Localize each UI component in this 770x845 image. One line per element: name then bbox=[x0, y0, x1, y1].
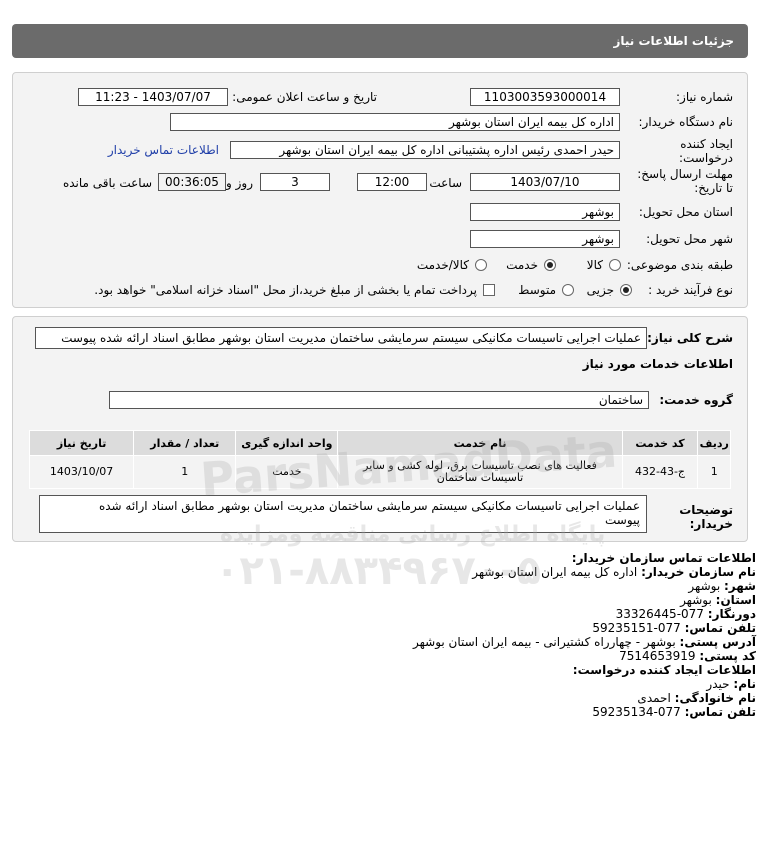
services-heading: اطلاعات خدمات مورد نیاز bbox=[582, 357, 733, 371]
category-label: طبقه بندی موضوعی: bbox=[626, 258, 733, 272]
contact-phone: تلفن تماس: 077-59235151 bbox=[592, 621, 756, 635]
days-remaining-field[interactable]: 3 bbox=[260, 173, 330, 191]
creator-last-name: نام خانوادگی: احمدی bbox=[637, 691, 756, 705]
service-group-field[interactable]: ساختمان bbox=[109, 391, 649, 409]
need-number-field[interactable]: 1103003593000014 bbox=[470, 88, 620, 106]
need-number-label: شماره نیاز: bbox=[676, 90, 733, 104]
remaining-time-label: ساعت باقی مانده bbox=[62, 176, 152, 190]
deadline-time-field[interactable]: 12:00 bbox=[357, 173, 427, 191]
treasury-payment-checkbox[interactable] bbox=[483, 284, 495, 296]
page-title: جزئیات اطلاعات نیاز bbox=[613, 34, 734, 48]
buyer-notes-label-line2: خریدار: bbox=[689, 517, 733, 531]
buyer-org-field[interactable]: اداره کل بیمه ایران استان بوشهر bbox=[170, 113, 620, 131]
buyer-org-label: نام دستگاه خریدار: bbox=[638, 115, 734, 129]
buyer-contact-link[interactable]: اطلاعات تماس خریدار bbox=[108, 143, 219, 157]
category-goods-radio[interactable] bbox=[609, 259, 621, 271]
creator-phone: تلفن تماس: 077-59235134 bbox=[592, 705, 756, 719]
announce-datetime-field[interactable]: 1403/07/07 - 11:23 bbox=[78, 88, 228, 106]
treasury-payment-note: پرداخت تمام یا بخشی از مبلغ خرید،از محل … bbox=[94, 283, 477, 297]
contact-org: نام سازمان خریدار: اداره کل بیمه ایران ا… bbox=[472, 565, 756, 579]
services-table: ردیف کد خدمت نام خدمت واحد اندازه گیری ت… bbox=[28, 430, 731, 489]
col-unit: واحد اندازه گیری bbox=[235, 430, 339, 456]
days-label: روز و bbox=[226, 176, 253, 190]
cell-name-line2: تاسیسات ساختمان bbox=[436, 471, 524, 484]
cell-date: 1403/10/07 bbox=[28, 455, 135, 489]
contact-city: شهر: بوشهر bbox=[688, 579, 756, 593]
summary-label: شرح کلی نیاز: bbox=[647, 331, 733, 345]
deadline-time-label: ساعت bbox=[429, 176, 462, 190]
creator-label-line2: درخواست: bbox=[679, 151, 733, 165]
creator-label-line1: ایجاد کننده bbox=[680, 137, 733, 151]
service-group-label: گروه خدمت: bbox=[659, 393, 733, 407]
deadline-label-line1: مهلت ارسال پاسخ: bbox=[637, 167, 733, 181]
cell-unit: خدمت bbox=[235, 455, 339, 489]
announce-label: تاریخ و ساعت اعلان عمومی: bbox=[232, 90, 377, 104]
col-date: تاریخ نیاز bbox=[28, 430, 135, 456]
table-row: 1 ج-43-432 فعالیت های نصب تاسیسات برق، ل… bbox=[28, 455, 731, 489]
city-field[interactable]: بوشهر bbox=[470, 230, 620, 248]
remaining-time-field[interactable]: 00:36:05 bbox=[158, 173, 226, 191]
contact-fax: دورنگار: 077-33326445 bbox=[615, 607, 756, 621]
col-name: نام خدمت bbox=[337, 430, 623, 456]
cell-name: فعالیت های نصب تاسیسات برق، لوله کشی و س… bbox=[337, 455, 623, 489]
purchase-small-label: جزیی bbox=[586, 283, 614, 297]
city-label: شهر محل تحویل: bbox=[646, 232, 733, 246]
summary-field[interactable]: عملیات اجرایی تاسیسات مکانیکی سیستم سرما… bbox=[35, 327, 647, 349]
purchase-medium-radio[interactable] bbox=[562, 284, 574, 296]
creator-field[interactable]: حیدر احمدی رئیس اداره پشتیبانی اداره کل … bbox=[230, 141, 620, 159]
deadline-date-field[interactable]: 1403/07/10 bbox=[470, 173, 620, 191]
purchase-small-radio[interactable] bbox=[620, 284, 632, 296]
deadline-label-line2: تا تاریخ: bbox=[694, 181, 733, 195]
col-code: کد خدمت bbox=[621, 430, 699, 456]
cell-row: 1 bbox=[697, 455, 731, 489]
cell-code: ج-43-432 bbox=[621, 455, 699, 489]
buyer-notes-field[interactable]: عملیات اجرایی تاسیسات مکانیکی سیستم سرما… bbox=[39, 495, 647, 533]
buyer-notes-line2: پیوست bbox=[605, 513, 640, 527]
province-label: استان محل تحویل: bbox=[638, 205, 733, 219]
col-row: ردیف bbox=[697, 430, 731, 456]
contact-address: آدرس پستی: بوشهر - چهارراه کشتیرانی - بی… bbox=[412, 635, 756, 649]
page-title-bar: جزئیات اطلاعات نیاز bbox=[12, 24, 748, 58]
category-goods-service-label: کالا/خدمت bbox=[416, 258, 469, 272]
purchase-medium-label: متوسط bbox=[518, 283, 556, 297]
buyer-notes-label-line1: توضیحات bbox=[679, 503, 733, 517]
province-field[interactable]: بوشهر bbox=[470, 203, 620, 221]
services-table-header: ردیف کد خدمت نام خدمت واحد اندازه گیری ت… bbox=[28, 430, 731, 456]
purchase-type-label: نوع فرآیند خرید : bbox=[648, 283, 733, 297]
contact-province: استان: بوشهر bbox=[680, 593, 756, 607]
col-qty: تعداد / مقدار bbox=[133, 430, 237, 456]
need-description-panel: شرح کلی نیاز: عملیات اجرایی تاسیسات مکان… bbox=[12, 316, 748, 542]
need-details-panel: شماره نیاز: 1103003593000014 تاریخ و ساع… bbox=[12, 72, 748, 308]
creator-first-name: نام: حیدر bbox=[706, 677, 756, 691]
cell-qty: 1 bbox=[133, 455, 237, 489]
buyer-notes-line1: عملیات اجرایی تاسیسات مکانیکی سیستم سرما… bbox=[98, 499, 640, 513]
contact-postal: کد پستی: 7514653919 bbox=[619, 649, 756, 663]
category-goods-label: کالا bbox=[586, 258, 603, 272]
category-goods-service-radio[interactable] bbox=[475, 259, 487, 271]
category-service-label: خدمت bbox=[506, 258, 538, 272]
category-service-radio[interactable] bbox=[544, 259, 556, 271]
contact-heading: اطلاعات تماس سازمان خریدار: bbox=[571, 551, 756, 565]
creator-heading: اطلاعات ایجاد کننده درخواست: bbox=[572, 663, 756, 677]
